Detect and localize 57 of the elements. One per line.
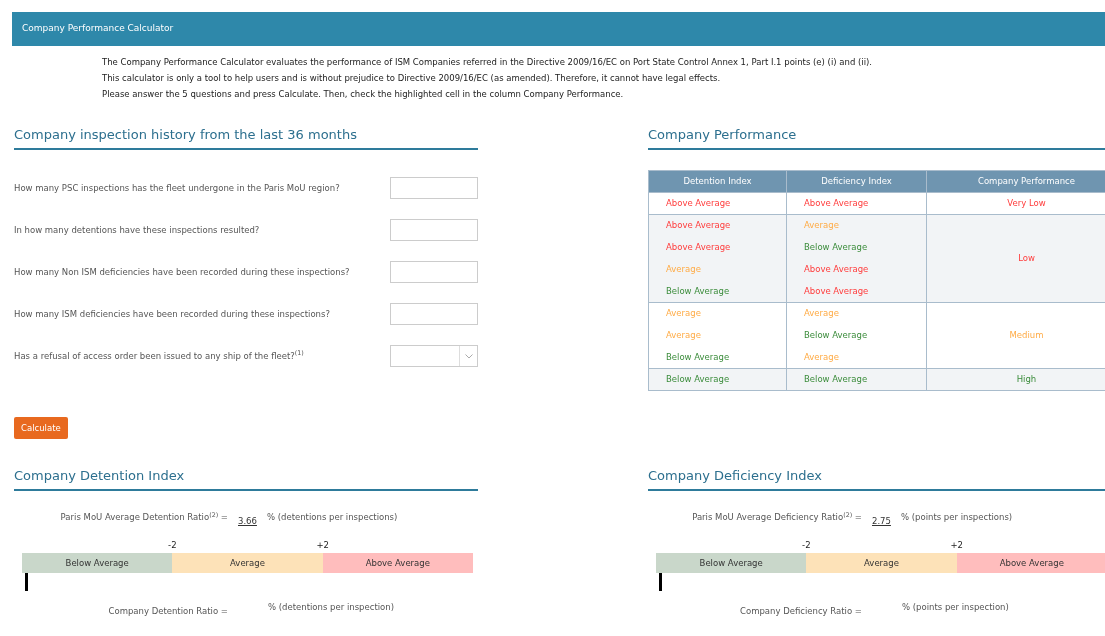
- table-cell: Below Average: [648, 368, 787, 391]
- table-cell: Below Average: [648, 280, 787, 303]
- tick-label: -2: [168, 539, 177, 552]
- dropdown-field[interactable]: [390, 345, 478, 367]
- ratio-unit: % (detentions per inspection): [268, 601, 394, 614]
- chevron-down-icon: [464, 353, 473, 359]
- section-heading: Company Detention Index: [14, 467, 478, 491]
- gauge-band: Below Average: [656, 553, 807, 573]
- ratio-value: 2.75: [872, 515, 891, 528]
- section-heading: Company Deficiency Index: [648, 467, 1105, 491]
- table-cell: Above Average: [786, 192, 927, 215]
- column-header: Detention Index: [648, 170, 787, 193]
- section-heading: Company inspection history from the last 36 months: [14, 126, 478, 150]
- question-label: How many PSC inspections has the fleet undergone in the Paris MoU region?: [14, 181, 340, 195]
- gauge-band: Average: [806, 553, 957, 573]
- section-heading: Company Performance: [648, 126, 1105, 150]
- gauge-band: Below Average: [22, 553, 173, 573]
- table-cell: Above Average: [648, 214, 787, 237]
- ratio-unit: % (points per inspections): [900, 511, 1013, 524]
- table-cell: Below Average: [648, 346, 787, 369]
- number-field[interactable]: [390, 261, 478, 283]
- table-cell: Average: [648, 302, 787, 325]
- tick-label: +2: [316, 539, 329, 552]
- table-cell: Below Average: [786, 368, 927, 391]
- intro-text: Please answer the 5 questions and press Calculate. Then, check the highlighted cell in the column Company Performance.: [102, 88, 625, 101]
- calculate-button[interactable]: Calculate: [14, 417, 68, 439]
- ratio-label: Company Detention Ratio =: [107, 605, 228, 618]
- ratio-unit: % (detentions per inspections): [266, 511, 398, 524]
- gauge-band: Above Average: [322, 553, 473, 573]
- gauge-band: Average: [172, 553, 323, 573]
- number-field[interactable]: [390, 303, 478, 325]
- table-cell: Below Average: [786, 324, 927, 347]
- ratio-value: 3.66: [238, 515, 257, 528]
- ratio-label: Company Deficiency Ratio =: [739, 605, 862, 618]
- number-field[interactable]: [390, 177, 478, 199]
- table-cell: Above Average: [648, 192, 787, 215]
- tick-label: +2: [950, 539, 963, 552]
- table-cell: Average: [648, 324, 787, 347]
- table-cell: Below Average: [786, 236, 927, 259]
- question-label: How many ISM deficiencies have been recorded during these inspections?: [14, 307, 330, 321]
- table-cell: Above Average: [648, 236, 787, 259]
- question-label: Has a refusal of access order been issued to any ship of the fleet?$^{(1)}$: [14, 349, 304, 363]
- question-label: How many Non ISM deficiencies have been recorded during these inspections?: [14, 265, 350, 279]
- question-label: In how many detentions have these inspections resulted?: [14, 223, 260, 237]
- ratio-label: Paris MoU Average Detention Ratio$^{(2)}$ =: [59, 511, 228, 524]
- gauge-band: Above Average: [956, 553, 1105, 573]
- column-header: Company Performance: [926, 170, 1105, 193]
- table-cell: Above Average: [786, 258, 927, 281]
- ratio-unit: % (points per inspection): [902, 601, 1009, 614]
- ratio-label: Paris MoU Average Deficiency Ratio$^{(2)}$ =: [691, 511, 862, 524]
- table-cell: Average: [648, 258, 787, 281]
- page-title: Company Performance Calculator: [22, 22, 174, 36]
- tick-label: -2: [802, 539, 811, 552]
- intro-text: The Company Performance Calculator evaluates the performance of ISM Companies referred in the Directive 2009/16/EC on Port State Control Annex 1, Part I.1 points (e) (i) and (ii).: [102, 56, 874, 69]
- intro-text: This calculator is only a tool to help users and is without prejudice to Directive 2009/16/EC (as amended). Therefore, it cannot have legal effects.: [102, 72, 722, 85]
- number-field[interactable]: [390, 219, 478, 241]
- column-header: Deficiency Index: [786, 170, 927, 193]
